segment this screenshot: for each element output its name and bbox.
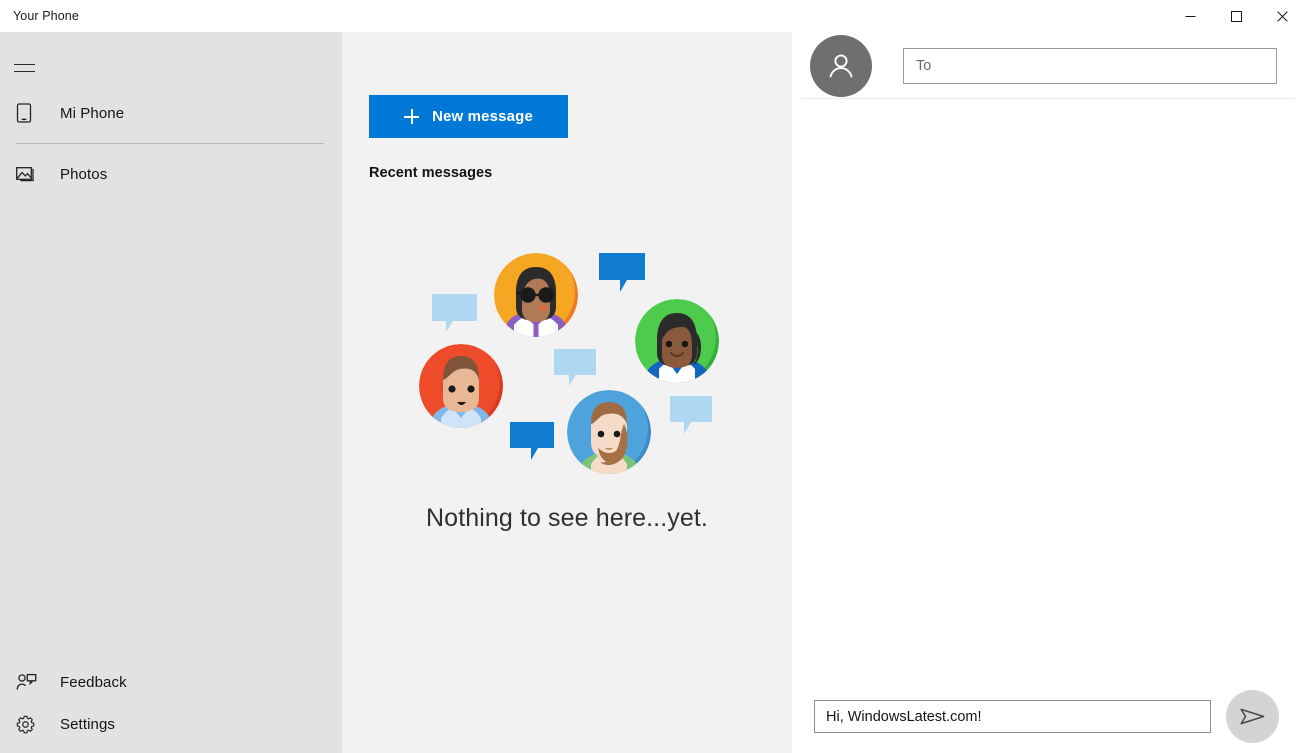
empty-state: Nothing to see here...yet.: [342, 181, 792, 753]
sidebar-top-group: Mi Phone Photos: [0, 88, 342, 195]
feedback-icon: [16, 673, 44, 692]
maximize-icon: [1231, 11, 1242, 22]
window-title: Your Phone: [0, 9, 79, 23]
new-message-label: New message: [432, 108, 533, 125]
chat-bubble-shape: [554, 349, 596, 386]
new-message-button[interactable]: New message: [369, 95, 568, 138]
hamburger-icon[interactable]: [0, 48, 48, 88]
chat-bubble-light: [670, 396, 712, 434]
navigation-sidebar: Mi Phone Photos: [0, 32, 342, 753]
to-input[interactable]: [914, 57, 1266, 75]
messages-panel: New message Recent messages: [342, 32, 792, 753]
avatar-blue: [567, 390, 651, 474]
compose-header: [792, 32, 1305, 99]
avatar-green: [635, 299, 719, 383]
sidebar-bottom-group: Feedback Settings: [0, 661, 342, 753]
avatar-illustration: [635, 299, 719, 383]
sidebar-item-photos[interactable]: Photos: [0, 153, 342, 195]
chat-bubble-shape: [599, 253, 645, 292]
maximize-button[interactable]: [1213, 0, 1259, 32]
avatar-orange: [494, 253, 578, 337]
message-thread-area: [792, 99, 1305, 680]
to-field[interactable]: [903, 48, 1277, 84]
message-input[interactable]: [824, 708, 1201, 726]
close-button[interactable]: [1259, 0, 1305, 32]
recent-messages-heading: Recent messages: [369, 165, 792, 181]
sidebar-item-label: Mi Phone: [44, 105, 124, 122]
titlebar: Your Phone: [0, 0, 1305, 32]
avatar-red: [419, 344, 503, 428]
app-body: Mi Phone Photos: [0, 32, 1305, 753]
compose-footer: [792, 680, 1305, 753]
chat-bubble-light: [432, 294, 477, 332]
sidebar-item-label: Feedback: [44, 674, 127, 691]
people-chat-illustration: [407, 236, 727, 486]
avatar-illustration: [494, 253, 578, 337]
sidebar-spacer: [0, 195, 342, 661]
empty-state-text: Nothing to see here...yet.: [426, 504, 708, 533]
sidebar-item-label: Settings: [44, 716, 115, 733]
your-phone-window: Your Phone: [0, 0, 1305, 753]
compose-panel: [792, 32, 1305, 753]
chat-bubble-shape: [670, 396, 712, 434]
close-icon: [1277, 11, 1288, 22]
chat-bubble-dark: [599, 253, 645, 292]
photos-icon: [16, 166, 44, 183]
chat-bubble-light: [554, 349, 596, 386]
contact-avatar-icon: [824, 49, 858, 83]
sidebar-item-mi-phone[interactable]: Mi Phone: [0, 92, 342, 134]
send-icon: [1239, 703, 1266, 730]
sidebar-item-feedback[interactable]: Feedback: [0, 661, 342, 703]
chat-bubble-shape: [432, 294, 477, 332]
chat-bubble-dark: [510, 422, 554, 460]
sidebar-item-label: Photos: [44, 166, 107, 183]
gear-icon: [16, 715, 44, 734]
window-controls: [1167, 0, 1305, 32]
message-field[interactable]: [814, 700, 1211, 733]
chat-bubble-shape: [510, 422, 554, 460]
sidebar-item-settings[interactable]: Settings: [0, 703, 342, 745]
plus-icon: [404, 109, 419, 124]
avatar[interactable]: [810, 35, 872, 97]
minimize-icon: [1185, 11, 1196, 22]
phone-icon: [16, 103, 44, 123]
sidebar-divider: [16, 143, 324, 144]
minimize-button[interactable]: [1167, 0, 1213, 32]
send-button[interactable]: [1226, 690, 1279, 743]
hamburger-bar: [14, 71, 35, 72]
hamburger-bar: [14, 64, 35, 65]
avatar-illustration: [567, 390, 651, 474]
avatar-illustration: [419, 344, 503, 428]
